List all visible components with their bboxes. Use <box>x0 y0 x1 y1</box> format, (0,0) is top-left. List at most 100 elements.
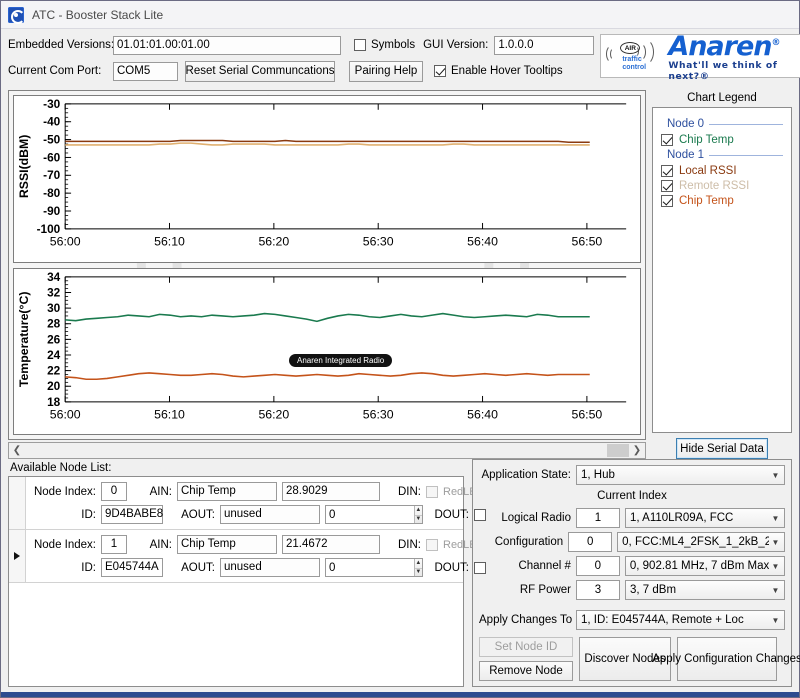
table-row[interactable]: Node Index: 0 AIN: Chip Temp 28.9029 DIN: RedL… <box>9 477 543 530</box>
app-window: ATC - Booster Stack Lite Embedded Versio… <box>0 0 800 698</box>
ain-label: AIN: <box>149 485 172 498</box>
charts-container: AIR traffic control -30-40-50-60-70-80-9… <box>8 90 646 440</box>
config-row-index[interactable]: 1 <box>576 508 620 528</box>
com-port-field[interactable]: COM5 <box>113 61 178 81</box>
node-id-field[interactable]: 9D4BABE8 <box>101 505 163 524</box>
anaren-tagline: What'll we think of next?® <box>668 60 778 82</box>
aout-value-stepper[interactable]: ▲▼ <box>325 558 423 577</box>
charts-horizontal-scrollbar[interactable]: ❮ ❯ <box>8 442 646 459</box>
legend-item-checkbox[interactable] <box>661 195 673 207</box>
scroll-thumb[interactable] <box>607 444 629 457</box>
node-index-field[interactable]: 0 <box>101 482 127 501</box>
scroll-left-icon[interactable]: ❮ <box>9 443 25 458</box>
charts-and-legend: AIR traffic control -30-40-50-60-70-80-9… <box>1 90 799 459</box>
config-row-index[interactable]: 3 <box>576 580 620 600</box>
window-title: ATC - Booster Stack Lite <box>32 7 164 22</box>
svg-text:34: 34 <box>47 269 61 283</box>
hide-serial-data-button[interactable]: Hide Serial Data <box>676 438 768 459</box>
ain-value-field[interactable]: 28.9029 <box>282 482 380 501</box>
svg-text:RSSI(dBM): RSSI(dBM) <box>17 135 31 199</box>
config-row-select[interactable]: 0, 902.81 MHz, 7 dBm Max ▼ <box>624 556 785 576</box>
dout-greenled-checkbox[interactable] <box>474 508 486 521</box>
node-index-label: Node Index: <box>33 485 96 498</box>
air-traffic-control-icon: AIR traffic control <box>606 36 666 76</box>
scroll-track[interactable] <box>25 443 629 458</box>
aout-name-field[interactable]: unused <box>220 558 320 577</box>
legend-item[interactable]: Chip Temp <box>661 195 783 207</box>
legend-item[interactable]: Chip Temp <box>661 134 783 146</box>
config-row-index[interactable]: 0 <box>575 556 620 576</box>
svg-text:-70: -70 <box>43 168 60 182</box>
legend-item-label: Local RSSI <box>679 165 737 177</box>
svg-text:20: 20 <box>47 379 61 393</box>
svg-text:56:20: 56:20 <box>258 407 289 421</box>
config-row: Channel # 0 0, 902.81 MHz, 7 dBm Max ▼ <box>479 556 785 576</box>
aout-value-input[interactable] <box>326 506 414 523</box>
svg-text:24: 24 <box>47 347 61 361</box>
aout-name-field[interactable]: unused <box>220 505 320 524</box>
node-id-label: ID: <box>81 508 96 521</box>
scroll-right-icon[interactable]: ❯ <box>629 443 645 458</box>
set-node-id-button[interactable]: Set Node ID <box>479 637 573 657</box>
row-selector[interactable] <box>9 477 26 529</box>
svg-text:26: 26 <box>47 332 61 346</box>
stepper-up-icon[interactable]: ▲ <box>415 506 422 515</box>
legend-item[interactable]: Remote RSSI <box>661 180 783 192</box>
row-selector[interactable] <box>9 530 26 582</box>
legend-item-checkbox[interactable] <box>661 134 673 146</box>
apply-changes-to-select[interactable]: 1, ID: E045744A, Remote + Loc ▼ <box>576 610 785 630</box>
aout-value-stepper[interactable]: ▲▼ <box>325 505 423 524</box>
node-id-field[interactable]: E045744A <box>101 558 163 577</box>
header-controls: Embedded Versions: 01.01:01.00:01.00 Sym… <box>1 29 800 90</box>
config-row: Logical Radio 1 1, A110LR09A, FCC ▼ <box>479 508 785 528</box>
svg-text:56:50: 56:50 <box>571 235 602 249</box>
svg-text:56:10: 56:10 <box>154 407 185 421</box>
gui-version-field[interactable]: 1.0.0.0 <box>494 35 595 55</box>
config-row-label: Configuration <box>494 536 564 548</box>
gui-version-label: GUI Version: <box>423 39 489 51</box>
com-port-label: Current Com Port: <box>8 65 102 77</box>
config-row-index[interactable]: 0 <box>568 532 613 552</box>
symbols-checkbox[interactable] <box>354 39 366 51</box>
stepper-up-icon[interactable]: ▲ <box>415 559 422 568</box>
stepper-down-icon[interactable]: ▼ <box>414 514 422 524</box>
app-swirl-icon <box>8 6 25 24</box>
node-index-label: Node Index: <box>33 538 96 551</box>
aout-label: AOUT: <box>181 508 215 521</box>
reset-serial-button[interactable]: Reset Serial Communcations <box>185 60 335 82</box>
config-row-label: Channel # <box>518 560 571 572</box>
charts-column: AIR traffic control -30-40-50-60-70-80-9… <box>8 90 646 459</box>
svg-text:-80: -80 <box>43 186 60 200</box>
anaren-logo: AIR traffic control Anaren® What'll we t… <box>600 33 800 82</box>
ain-value-field[interactable]: 21.4672 <box>282 535 380 554</box>
legend-item[interactable]: Local RSSI <box>661 165 783 177</box>
legend-item-checkbox[interactable] <box>661 180 673 192</box>
aout-value-input[interactable] <box>326 559 414 576</box>
remove-node-button[interactable]: Remove Node <box>479 661 573 681</box>
config-row-select[interactable]: 0, FCC:ML4_2FSK_1_2kB_237 ▼ <box>617 532 785 552</box>
legend-item-checkbox[interactable] <box>661 165 673 177</box>
config-row-select[interactable]: 1, A110LR09A, FCC ▼ <box>625 508 785 528</box>
ain-name-field[interactable]: Chip Temp <box>177 482 277 501</box>
application-state-select[interactable]: 1, Hub ▼ <box>576 465 785 485</box>
config-row-label: Logical Radio <box>501 512 571 524</box>
anaren-wordmark: Anaren® <box>668 31 780 62</box>
rssi-chart[interactable]: -30 -40 -50 -60 -70 -80 -90 -100 56:00 56:10 56:20… <box>13 95 641 263</box>
embedded-versions-field[interactable]: 01.01:01.00:01.00 <box>113 35 341 55</box>
apply-configuration-changes-button[interactable]: Apply Configuration Changes <box>652 637 800 681</box>
dout-greenled-checkbox[interactable] <box>474 561 486 574</box>
chart-legend-title: Chart Legend <box>687 92 757 104</box>
table-row[interactable]: Node Index: 1 AIN: Chip Temp 21.4672 DIN: RedL… <box>9 530 543 583</box>
temperature-chart[interactable]: 18 20 22 24 26 28 30 32 34 56:00 56:10 56:20 56:30 56… <box>13 267 641 435</box>
pairing-help-button[interactable]: Pairing Help <box>349 60 423 82</box>
hover-tooltips-checkbox[interactable] <box>434 65 446 77</box>
chevron-down-icon: ▼ <box>771 537 780 547</box>
ain-name-field[interactable]: Chip Temp <box>177 535 277 554</box>
config-row-select[interactable]: 3, 7 dBm ▼ <box>625 580 785 600</box>
dout-label: DOUT: <box>434 508 470 521</box>
stepper-down-icon[interactable]: ▼ <box>414 567 422 577</box>
chevron-down-icon: ▼ <box>771 561 780 571</box>
current-index-label: Current Index <box>597 490 667 502</box>
node-id-label: ID: <box>81 561 96 574</box>
node-index-field[interactable]: 1 <box>101 535 127 554</box>
